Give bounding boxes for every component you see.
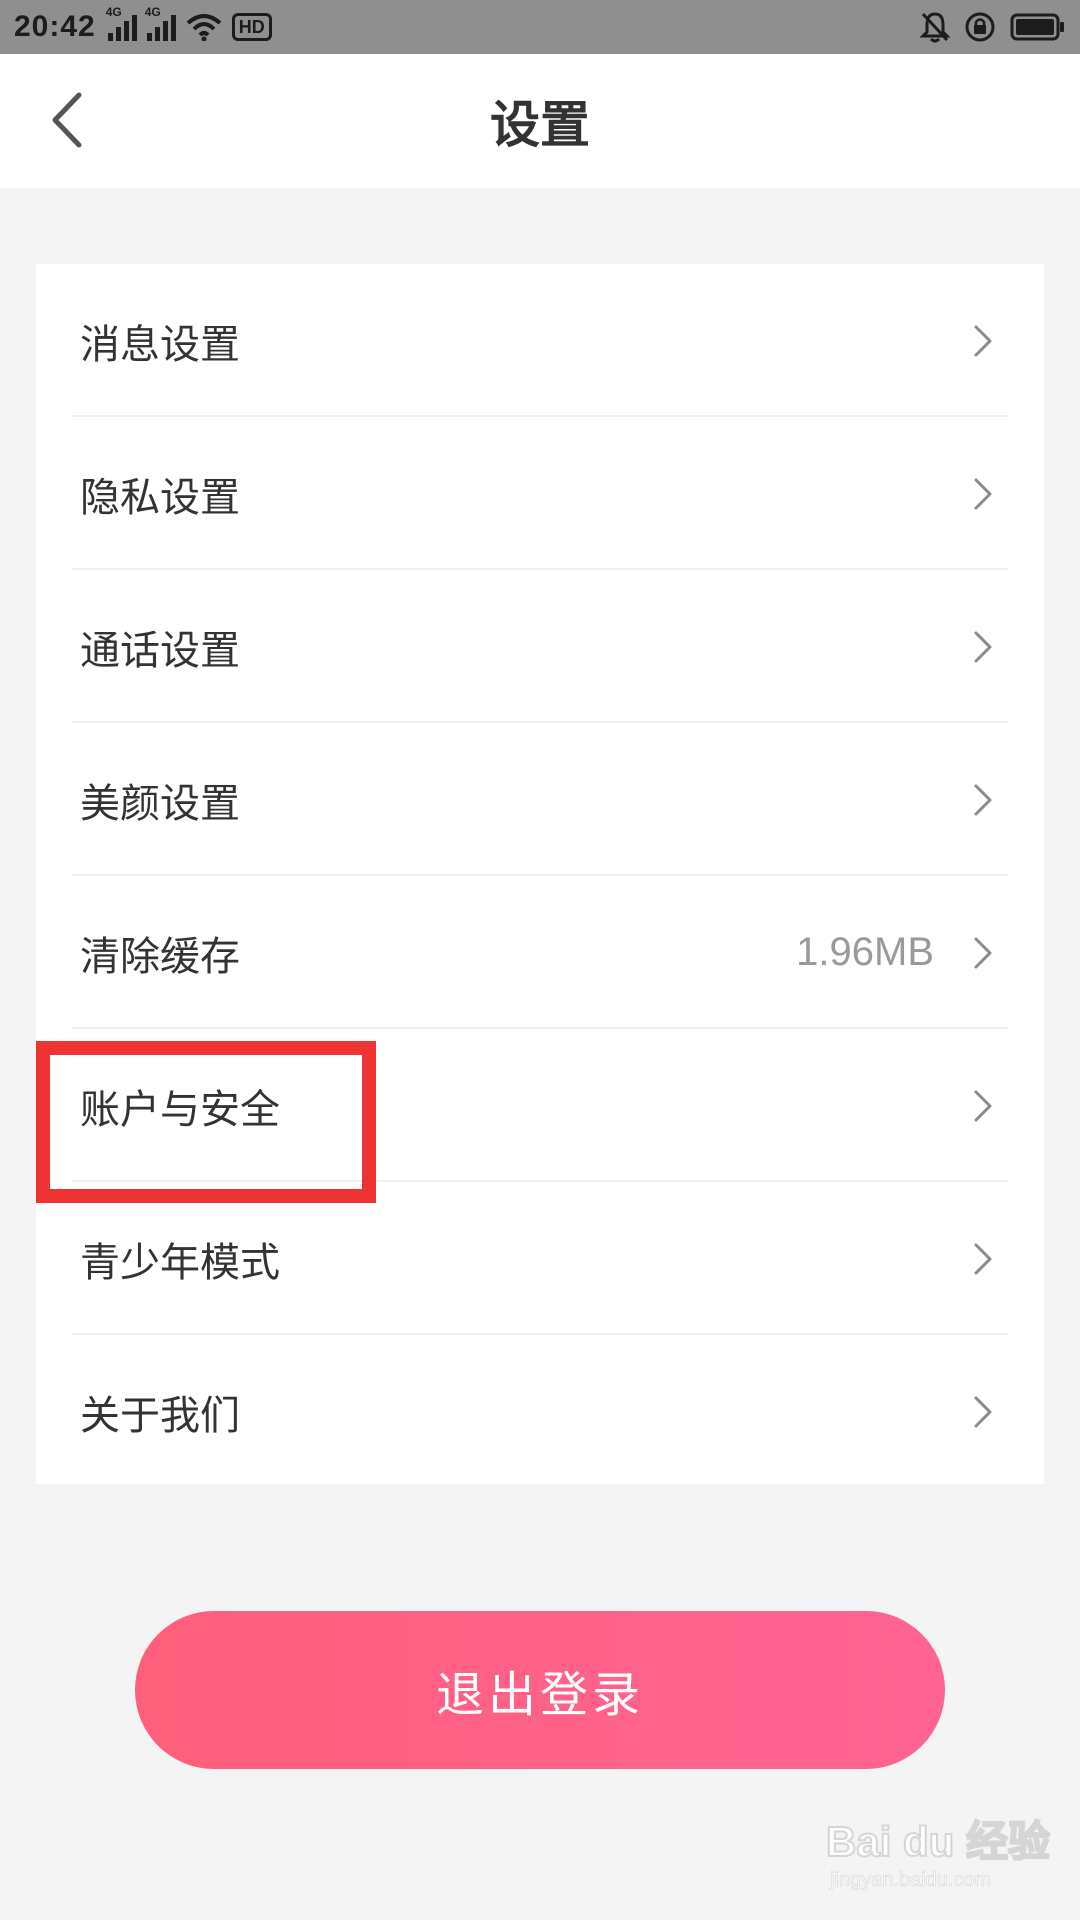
status-right-icons (920, 11, 1066, 43)
settings-item-label: 清除缓存 (80, 933, 240, 980)
settings-item-label: 青少年模式 (80, 1239, 280, 1286)
chevron-right-icon (974, 784, 992, 815)
settings-item-label: 关于我们 (80, 1392, 240, 1439)
signal-label: 4G (105, 5, 122, 19)
settings-item-label: 账户与安全 (80, 1086, 280, 1133)
settings-item-label: 消息设置 (80, 321, 240, 368)
chevron-right-icon (974, 937, 992, 968)
watermark-url: jingyan.baidu.com (830, 1869, 992, 1892)
chevron-right-icon (974, 325, 992, 356)
nav-bar: 设置 (0, 54, 1080, 188)
settings-item-account-security[interactable]: 账户与安全 (36, 1029, 1044, 1182)
settings-item-teen-mode[interactable]: 青少年模式 (36, 1182, 1044, 1335)
signal-label: 4G (144, 5, 161, 19)
settings-item-beauty[interactable]: 美颜设置 (36, 723, 1044, 876)
signal-icon: 4G (106, 5, 137, 41)
chevron-right-icon (974, 1396, 992, 1427)
wifi-icon (186, 14, 222, 41)
settings-item-label: 美颜设置 (80, 780, 240, 827)
page-title: 设置 (490, 96, 590, 154)
logout-button[interactable]: 退出登录 (135, 1611, 945, 1769)
watermark: Bai du 经验 jingyan.baidu.com (825, 1808, 1056, 1904)
battery-icon (1010, 13, 1064, 41)
chevron-right-icon (974, 631, 992, 662)
status-time: 20:42 (14, 10, 96, 43)
chevron-right-icon (974, 478, 992, 509)
settings-item-call[interactable]: 通话设置 (36, 570, 1044, 723)
settings-list: 消息设置 隐私设置 通话设置 美颜设置 清除缓存 1.96MB 账户与安全 青少… (36, 264, 1044, 1484)
settings-item-message[interactable]: 消息设置 (36, 264, 1044, 417)
status-left-icons: 4G 4G HD (106, 5, 272, 41)
signal-icon: 4G (145, 5, 176, 41)
status-bar: 20:42 4G 4G HD (0, 0, 1080, 54)
settings-item-label: 隐私设置 (80, 474, 240, 521)
watermark-logo: Bai du 经验 (825, 1817, 1051, 1866)
settings-item-clear-cache[interactable]: 清除缓存 1.96MB (36, 876, 1044, 1029)
chevron-right-icon (974, 1243, 992, 1274)
rotation-lock-icon (965, 12, 995, 42)
cache-size-value: 1.96MB (796, 930, 934, 974)
hd-icon: HD (231, 13, 272, 41)
chevron-right-icon (974, 1090, 992, 1121)
settings-item-privacy[interactable]: 隐私设置 (36, 417, 1044, 570)
settings-item-about-us[interactable]: 关于我们 (36, 1335, 1044, 1488)
settings-item-label: 通话设置 (80, 627, 240, 674)
bell-muted-icon (920, 12, 950, 43)
